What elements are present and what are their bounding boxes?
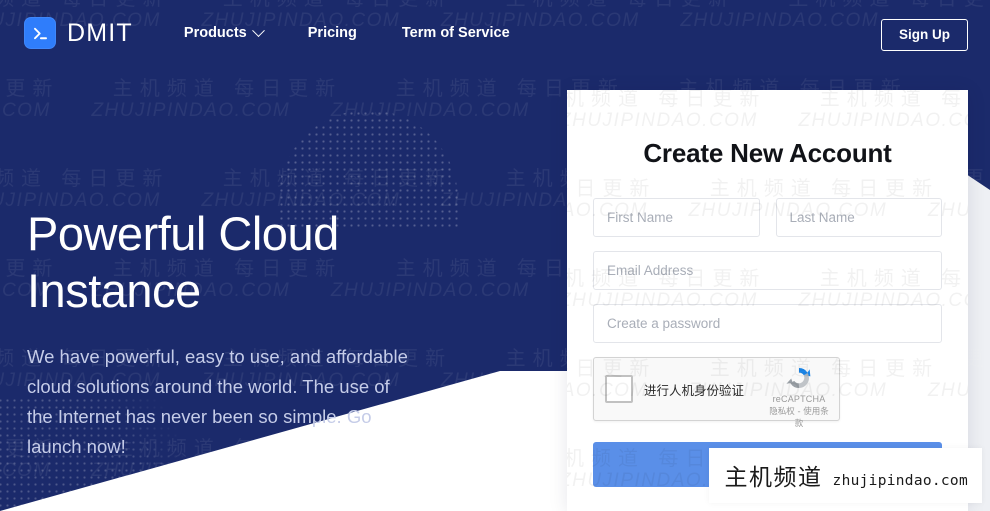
navbar: DMIT Products Pricing Term of Service Si… <box>0 0 990 66</box>
recaptcha-icon <box>786 368 811 388</box>
hero-subtitle: We have powerful, easy to use, and affor… <box>27 345 408 458</box>
recaptcha-terms-link[interactable]: 隐私权 - 使用条款 <box>766 405 832 429</box>
hero-title: Powerful Cloud Instance <box>27 207 339 318</box>
nav-item-term-of-service[interactable]: Term of Service <box>402 25 510 41</box>
page-title: Create New Account <box>643 138 892 168</box>
recaptcha-label: 进行人机身份验证 <box>644 382 745 398</box>
watermark-badge-cn: 主机频道 <box>724 465 823 491</box>
nav-item-products[interactable]: Products <box>183 23 265 41</box>
watermark-text-en: ZHUJIPINDAO.COM ZHUJIPINDAO.COM ZHUJIPIN… <box>567 110 968 131</box>
watermark-text-cn: 主机频道 每日更新 主机频道 每日更新 主机频道 每日更新 主机频道 每日更新 <box>567 176 968 200</box>
watermark-badge-en: zhujipindao.com <box>832 473 968 489</box>
recaptcha-checkbox[interactable] <box>605 375 633 403</box>
nav-links: Products Pricing Term of Service <box>183 23 510 41</box>
first-name-input[interactable] <box>605 209 748 226</box>
email-field[interactable] <box>593 251 942 290</box>
last-name-input[interactable] <box>787 209 930 226</box>
recaptcha-brand-name: reCAPTCHA <box>772 394 826 404</box>
last-name-field[interactable] <box>775 198 942 237</box>
watermark-badge: 主机频道 zhujipindao.com <box>708 448 982 503</box>
brand-logo[interactable]: DMIT <box>24 17 133 49</box>
first-name-field[interactable] <box>593 198 760 237</box>
email-input[interactable] <box>605 262 930 279</box>
recaptcha-widget[interactable]: 进行人机身份验证 reCAPTCHA 隐私权 - 使用条款 <box>593 357 840 429</box>
password-input[interactable] <box>605 315 930 332</box>
sign-up-button[interactable]: Sign Up <box>881 19 968 52</box>
name-row <box>593 198 942 251</box>
recaptcha-branding: reCAPTCHA 隐私权 - 使用条款 <box>766 363 832 429</box>
nav-item-term-of-service-label: Term of Service <box>401 25 510 41</box>
nav-item-pricing[interactable]: Pricing <box>308 25 357 41</box>
signup-form: 进行人机身份验证 reCAPTCHA 隐私权 - 使用条款 Create Acc… <box>567 198 968 487</box>
chevron-down-icon <box>251 23 265 37</box>
terminal-prompt-icon <box>24 17 56 49</box>
nav-item-products-label: Products <box>183 25 247 41</box>
watermark-text-cn: 主机频道 每日更新 主机频道 每日更新 主机频道 每日更新 主机频道 每日更新 <box>567 90 968 110</box>
brand-name: DMIT <box>67 18 133 47</box>
hero-copy: Powerful Cloud Instance We have powerful… <box>27 205 457 462</box>
password-field[interactable] <box>593 304 942 343</box>
nav-item-pricing-label: Pricing <box>307 25 357 41</box>
page-root: 主机频道 每日更新 主机频道 每日更新 主机频道 每日更新 主机频道 每日更新 … <box>0 0 990 511</box>
